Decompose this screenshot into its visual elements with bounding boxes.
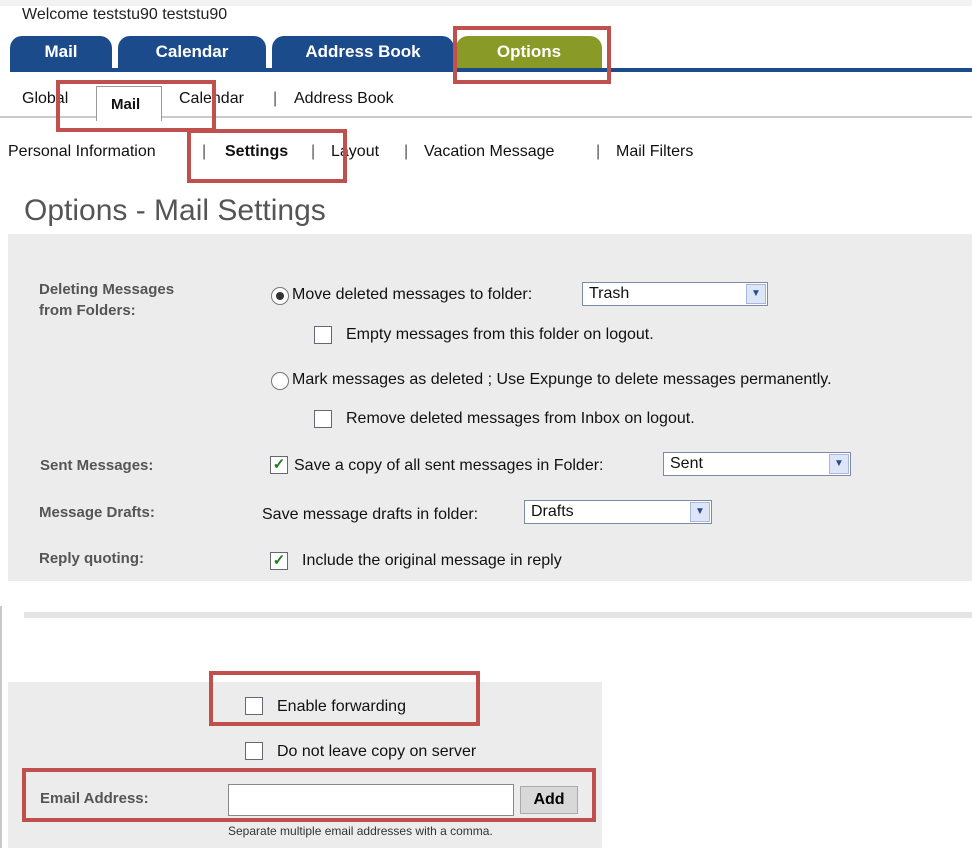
nav-personal-information[interactable]: Personal Information [8,143,156,161]
nav-mail-filters[interactable]: Mail Filters [616,143,693,161]
mark-deleted-radio[interactable] [271,372,289,390]
sent-messages-label: Sent Messages: [40,457,154,474]
remove-on-logout-label: Remove deleted messages from Inbox on lo… [346,410,695,427]
subtab-address-book[interactable]: Address Book [294,90,394,108]
trash-folder-select[interactable]: Trash ▼ [582,282,768,306]
no-copy-label: Do not leave copy on server [277,743,477,760]
page-title: Options - Mail Settings [24,194,326,227]
deleting-label: Deleting Messages [39,281,175,298]
drafts-folder-select[interactable]: Drafts ▼ [524,500,712,524]
sub-tab-bar: Global Mail Calendar | Address Book [0,76,972,121]
subtab-mail[interactable]: Mail [111,96,140,113]
save-drafts-label: Save message drafts in folder: [262,506,479,523]
add-button[interactable]: Add [520,786,578,814]
sent-folder-select[interactable]: Sent ▼ [663,452,851,476]
drafts-folder-value: Drafts [531,503,574,520]
trash-folder-value: Trash [589,285,630,302]
nav-settings[interactable]: Settings [225,143,288,161]
chevron-down-icon: ▼ [829,454,849,474]
enable-forwarding-checkbox[interactable] [245,697,263,715]
email-hint: Separate multiple email addresses with a… [228,824,493,838]
move-deleted-label: Move deleted messages to folder: [292,286,533,303]
include-original-checkbox[interactable]: ✓ [270,552,288,570]
subtab-separator: | [273,90,278,107]
email-address-input[interactable] [228,784,514,816]
sent-folder-value: Sent [670,455,703,472]
tab-mail[interactable]: Mail [10,36,112,68]
chevron-down-icon: ▼ [690,502,710,522]
section-divider [24,612,972,618]
nav-separator: | [311,143,316,160]
empty-on-logout-label: Empty messages from this folder on logou… [346,326,654,343]
subtab-global[interactable]: Global [22,90,68,108]
save-copy-checkbox[interactable]: ✓ [270,456,288,474]
save-copy-label: Save a copy of all sent messages in Fold… [294,457,604,474]
tab-calendar[interactable]: Calendar [118,36,266,68]
enable-forwarding-label: Enable forwarding [277,698,406,715]
nav-separator: | [202,143,207,160]
left-border [0,606,2,848]
tab-underline [10,68,972,72]
nav-separator: | [404,143,409,160]
tab-address-book[interactable]: Address Book [272,36,454,68]
deleting-label-2: from Folders: [39,302,136,319]
welcome-text: Welcome teststu90 teststu90 [22,6,228,23]
nav-separator: | [596,143,601,160]
subtab-calendar[interactable]: Calendar [179,90,244,108]
nav-layout[interactable]: Layout [331,143,379,161]
mark-deleted-label: Mark messages as deleted ; Use Expunge t… [292,371,832,388]
nav-vacation-message[interactable]: Vacation Message [424,143,554,161]
include-original-label: Include the original message in reply [302,552,562,569]
remove-on-logout-checkbox[interactable] [314,410,332,428]
tab-options[interactable]: Options [456,36,602,68]
move-deleted-radio[interactable] [271,287,289,305]
message-drafts-label: Message Drafts: [39,504,155,521]
reply-quoting-label: Reply quoting: [39,550,144,567]
empty-on-logout-checkbox[interactable] [314,326,332,344]
main-tab-bar: Mail Calendar Address Book Options [10,36,972,72]
no-copy-checkbox[interactable] [245,742,263,760]
chevron-down-icon: ▼ [746,284,766,304]
email-address-label: Email Address: [40,790,149,807]
